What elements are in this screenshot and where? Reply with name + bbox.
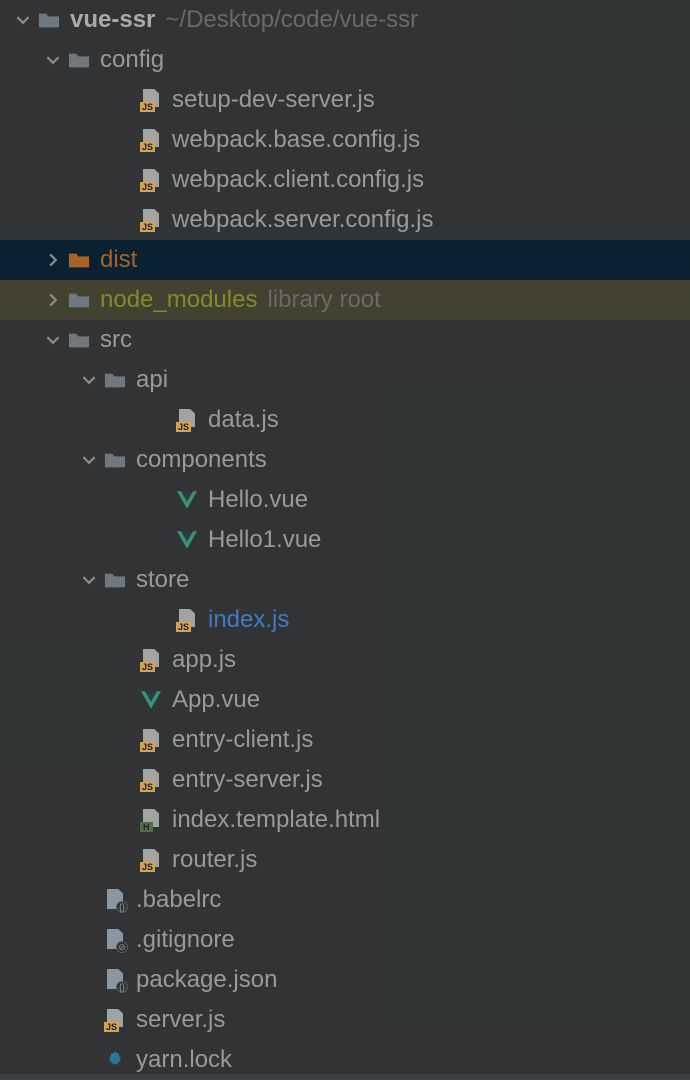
tree-row-file[interactable]: server.js (0, 1000, 690, 1040)
file-label: Hello.vue (208, 486, 308, 514)
folder-icon (38, 9, 60, 31)
chevron-right-icon[interactable] (46, 253, 60, 267)
tree-row-file[interactable]: app.js (0, 640, 690, 680)
tree-row-file[interactable]: webpack.server.config.js (0, 200, 690, 240)
file-label: .babelrc (136, 886, 221, 914)
folder-icon (68, 289, 90, 311)
js-file-icon (176, 609, 198, 631)
file-label: index.template.html (172, 806, 380, 834)
folder-suffix: library root (267, 286, 380, 314)
js-file-icon (140, 209, 162, 231)
js-file-icon (140, 89, 162, 111)
folder-icon (68, 329, 90, 351)
tree-row-file[interactable]: yarn.lock (0, 1040, 690, 1080)
folder-icon (104, 369, 126, 391)
js-file-icon (140, 649, 162, 671)
folder-label: api (136, 366, 168, 394)
chevron-down-icon[interactable] (82, 453, 96, 467)
file-label: webpack.server.config.js (172, 206, 433, 234)
vue-file-icon (176, 529, 198, 551)
file-label: entry-server.js (172, 766, 323, 794)
vue-file-icon (140, 689, 162, 711)
yarn-file-icon (104, 1049, 126, 1071)
js-file-icon (140, 169, 162, 191)
js-file-icon (176, 409, 198, 431)
file-label: .gitignore (136, 926, 235, 954)
tree-row-folder-store[interactable]: store (0, 560, 690, 600)
root-name: vue-ssr (70, 6, 155, 34)
chevron-down-icon[interactable] (82, 573, 96, 587)
folder-label: node_modules (100, 286, 257, 314)
tree-row-file[interactable]: App.vue (0, 680, 690, 720)
folder-label: src (100, 326, 132, 354)
tree-row-folder-dist[interactable]: dist (0, 240, 690, 280)
file-label: setup-dev-server.js (172, 86, 375, 114)
tree-row-folder-components[interactable]: components (0, 440, 690, 480)
folder-icon (104, 449, 126, 471)
gitignore-file-icon: ⊘ (104, 929, 126, 951)
html-file-icon (140, 809, 162, 831)
folder-icon (68, 49, 90, 71)
tree-row-file[interactable]: webpack.client.config.js (0, 160, 690, 200)
tree-row-file[interactable]: data.js (0, 400, 690, 440)
project-tree[interactable]: vue-ssr ~/Desktop/code/vue-ssr config se… (0, 0, 690, 1080)
tree-row-file[interactable]: entry-server.js (0, 760, 690, 800)
js-file-icon (104, 1009, 126, 1031)
folder-label: dist (100, 246, 137, 274)
folder-label: config (100, 46, 164, 74)
file-label: webpack.base.config.js (172, 126, 420, 154)
chevron-down-icon[interactable] (46, 53, 60, 67)
tree-row-file[interactable]: index.template.html (0, 800, 690, 840)
folder-icon (104, 569, 126, 591)
chevron-down-icon[interactable] (82, 373, 96, 387)
file-label: Hello1.vue (208, 526, 321, 554)
file-label: index.js (208, 606, 289, 634)
file-label: yarn.lock (136, 1046, 232, 1074)
file-label: package.json (136, 966, 277, 994)
file-label: entry-client.js (172, 726, 313, 754)
tree-row-file[interactable]: {} package.json (0, 960, 690, 1000)
file-label: app.js (172, 646, 236, 674)
tree-row-file[interactable]: router.js (0, 840, 690, 880)
js-file-icon (140, 849, 162, 871)
js-file-icon (140, 129, 162, 151)
folder-icon (68, 249, 90, 271)
folder-label: components (136, 446, 267, 474)
root-path: ~/Desktop/code/vue-ssr (165, 6, 418, 34)
folder-label: store (136, 566, 189, 594)
file-label: webpack.client.config.js (172, 166, 424, 194)
js-file-icon (140, 769, 162, 791)
tree-row-file[interactable]: entry-client.js (0, 720, 690, 760)
tree-row-folder-config[interactable]: config (0, 40, 690, 80)
tree-row-file[interactable]: Hello.vue (0, 480, 690, 520)
file-label: data.js (208, 406, 279, 434)
tree-row-file[interactable]: ⊘ .gitignore (0, 920, 690, 960)
tree-row-file[interactable]: index.js (0, 600, 690, 640)
tree-row-folder-src[interactable]: src (0, 320, 690, 360)
js-file-icon (140, 729, 162, 751)
chevron-down-icon[interactable] (46, 333, 60, 347)
tree-row-folder-api[interactable]: api (0, 360, 690, 400)
tree-row-file[interactable]: {} .babelrc (0, 880, 690, 920)
chevron-right-icon[interactable] (46, 293, 60, 307)
config-file-icon: {} (104, 889, 126, 911)
tree-row-root[interactable]: vue-ssr ~/Desktop/code/vue-ssr (0, 0, 690, 40)
tree-row-file[interactable]: setup-dev-server.js (0, 80, 690, 120)
tree-row-folder-node-modules[interactable]: node_modules library root (0, 280, 690, 320)
file-label: router.js (172, 846, 257, 874)
file-label: server.js (136, 1006, 225, 1034)
tree-row-file[interactable]: Hello1.vue (0, 520, 690, 560)
file-label: App.vue (172, 686, 260, 714)
tree-row-file[interactable]: webpack.base.config.js (0, 120, 690, 160)
chevron-down-icon[interactable] (16, 13, 30, 27)
json-file-icon: {} (104, 969, 126, 991)
vue-file-icon (176, 489, 198, 511)
